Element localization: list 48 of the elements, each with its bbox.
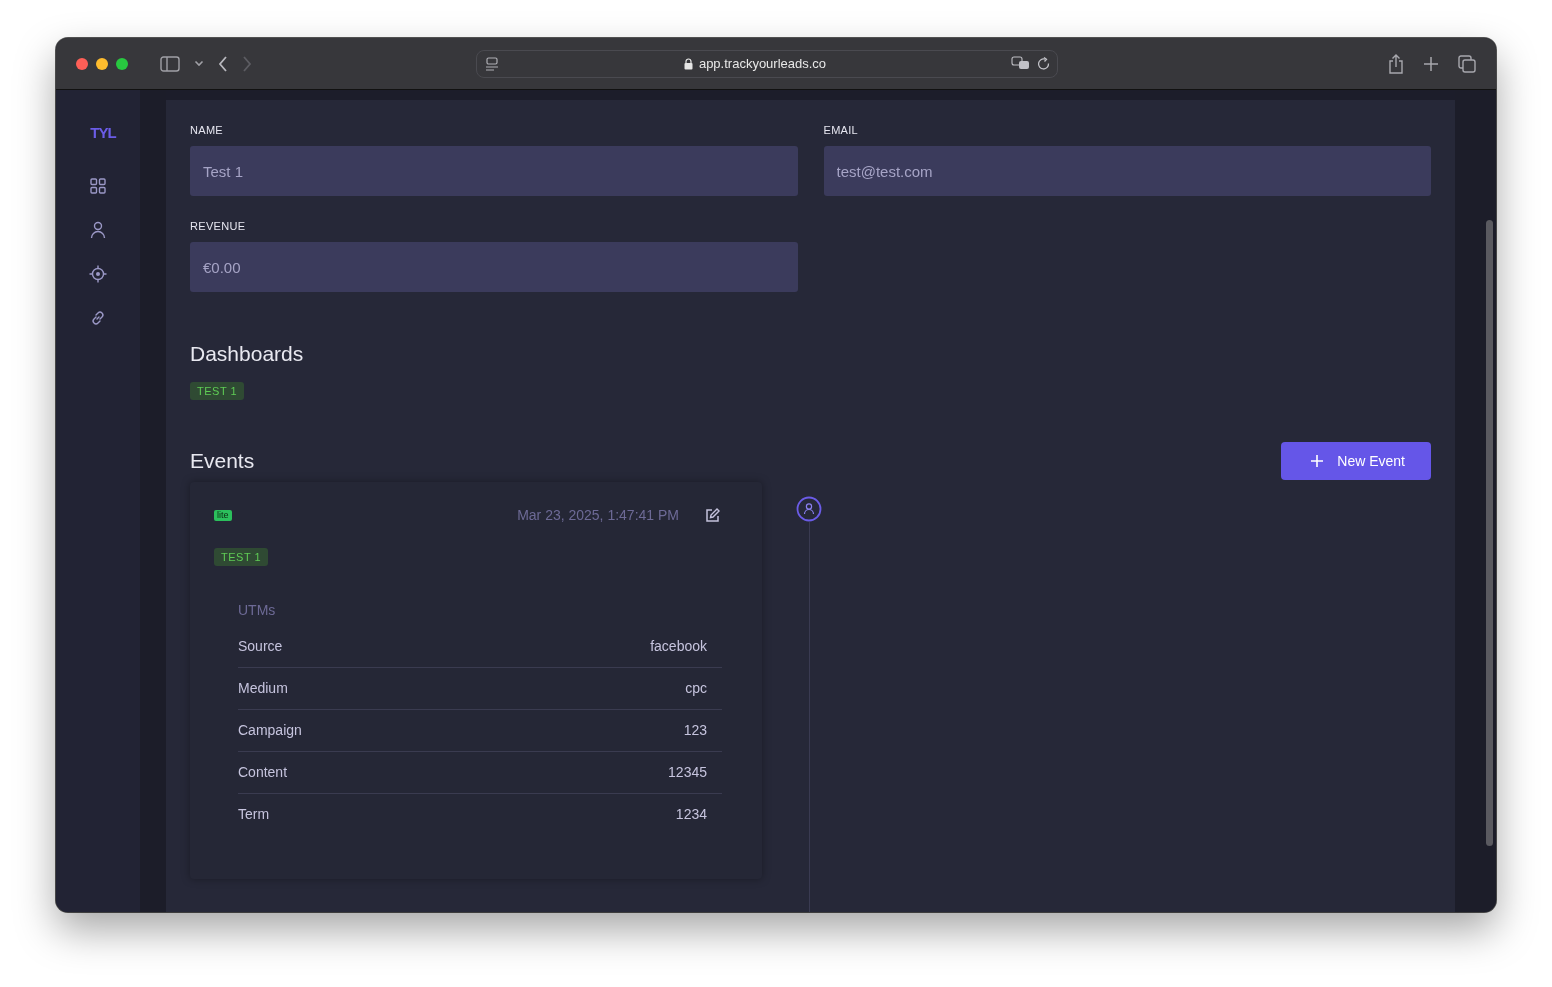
utm-value: 1234 [675,806,707,822]
address-bar[interactable]: app.trackyourleads.co [476,49,1058,78]
grid-icon [90,178,106,194]
utm-key: Campaign [238,722,302,738]
plus-icon [1311,455,1324,467]
target-icon [89,265,107,283]
link-icon [90,310,106,326]
scrollbar[interactable] [1486,220,1493,846]
section-heading: Events [190,449,255,473]
edit-icon[interactable] [705,507,720,523]
dashboard-tag: TEST 1 [190,382,245,400]
input-field[interactable]: €0.00 [190,242,798,292]
utm-heading: UTMs [238,602,277,618]
user-icon [90,221,106,239]
zoom-window-button[interactable] [116,57,128,70]
field-label: NAME [190,124,224,136]
input-field[interactable]: test@test.com [823,146,1431,196]
new-event-button[interactable]: New Event [1281,442,1431,480]
utm-value: 123 [683,722,707,738]
field-label: EMAIL [823,124,859,136]
utm-value: cpc [685,680,707,696]
utm-key: Medium [238,680,288,696]
event-tag: TEST 1 [214,548,269,566]
utm-key: Source [238,638,283,654]
page-menu-icon [485,56,499,71]
field-label: REVENUE [190,220,247,232]
utm-key: Content [238,764,288,780]
back-icon[interactable] [218,55,228,72]
chevron-down-icon[interactable] [194,60,204,67]
section-heading: Dashboards [190,342,305,366]
tabs-overview-icon[interactable] [1458,54,1476,73]
utm-value: 12345 [668,764,707,780]
url-text: app.trackyourleads.co [698,56,827,71]
lock-icon [683,57,693,70]
close-window-button[interactable] [76,57,88,70]
input-field[interactable]: Test 1 [190,146,798,196]
source-badge: lite [214,509,232,521]
utm-key: Term [238,806,270,822]
utm-value: facebook [650,638,707,654]
translate-icon[interactable] [1011,56,1031,71]
plus-icon[interactable] [1424,56,1438,71]
reload-icon[interactable] [1037,56,1051,71]
share-icon[interactable] [1388,53,1404,74]
event-timestamp: Mar 23, 2025, 1:47:41 PM [517,507,679,523]
user-avatar-icon [796,496,822,522]
logo[interactable]: TYL [90,124,116,141]
minimize-window-button[interactable] [96,57,108,70]
sidebar-toggle-icon[interactable] [160,55,180,72]
